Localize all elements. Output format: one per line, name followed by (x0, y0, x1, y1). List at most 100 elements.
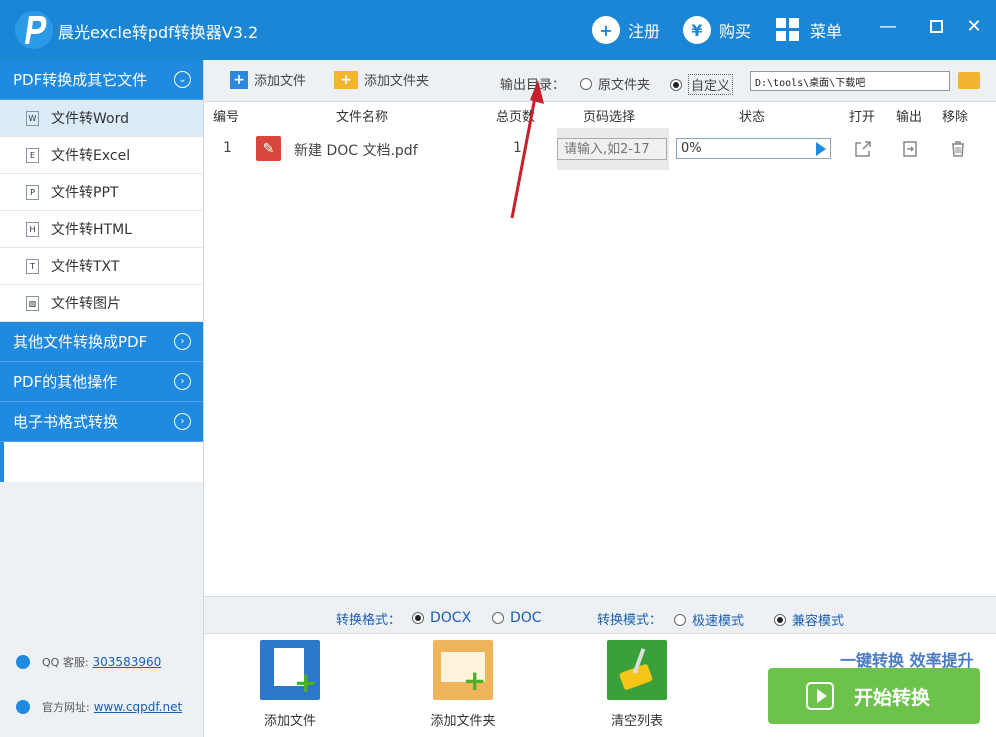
output-original-radio[interactable]: 原文件夹 (580, 74, 650, 93)
add-file-caption: 添加文件 (263, 714, 316, 729)
start-convert-button[interactable]: 开始转换 (768, 668, 980, 724)
sidebar-item-word[interactable]: W 文件转Word (0, 100, 203, 137)
qq-label: QQ 客服: (42, 656, 89, 669)
header-status: 状态 (739, 110, 766, 125)
close-button[interactable]: ✕ (958, 12, 990, 40)
add-file-button[interactable]: + 添加文件 (230, 70, 306, 89)
header-pages: 总页数 (496, 110, 536, 125)
chevron-down-icon: ⌄ (174, 71, 191, 88)
sidebar-section-ebook[interactable]: 电子书格式转换 › (0, 402, 203, 442)
yen-icon: ¥ (683, 16, 711, 44)
section-label: 电子书格式转换 (13, 413, 119, 431)
output-custom-label: 自定义 (688, 74, 734, 95)
buy-label: 购买 (719, 22, 752, 41)
radio-icon (580, 77, 592, 90)
register-button[interactable]: + 注册 (592, 14, 660, 46)
row-pages: 1 (513, 140, 522, 156)
status-text: 0% (681, 141, 702, 156)
add-file-icon: + (230, 70, 248, 89)
add-folder-label: 添加文件夹 (364, 74, 430, 89)
output-icon[interactable] (901, 140, 919, 158)
add-folder-big-button[interactable]: + 添加文件夹 (408, 640, 518, 729)
header-filename: 文件名称 (336, 110, 389, 125)
sidebar-item-html[interactable]: H 文件转HTML (0, 211, 203, 248)
table-header: 编号 文件名称 总页数 页码选择 状态 打开 输出 移除 (204, 102, 996, 126)
excel-file-icon: E (26, 147, 39, 163)
image-file-icon: ▨ (26, 295, 39, 311)
mode-fast-radio[interactable]: 极速模式 (674, 610, 744, 629)
chevron-right-icon: › (174, 373, 191, 390)
sidebar-section-pdf-to-other[interactable]: PDF转换成其它文件 ⌄ (0, 60, 203, 100)
sidebar-item-excel[interactable]: E 文件转Excel (0, 137, 203, 174)
maximize-button[interactable] (920, 12, 952, 40)
website-link[interactable]: www.cqpdf.net (94, 700, 182, 714)
grid-menu-icon (776, 18, 799, 41)
buy-button[interactable]: ¥ 购买 (683, 14, 751, 46)
mode-fast-label: 极速模式 (692, 614, 745, 629)
menu-button[interactable]: 菜单 (776, 14, 842, 46)
format-doc-radio[interactable]: DOC (492, 610, 542, 626)
section-label: PDF转换成其它文件 (13, 71, 148, 89)
website-info: 官方网址: www.cqpdf.net (16, 699, 182, 715)
qq-link[interactable]: 303583960 (93, 655, 162, 669)
sidebar-section-other-to-pdf[interactable]: 其他文件转换成PDF › (0, 322, 203, 362)
conversion-options-bar: 转换格式： DOCX DOC 转换模式： 极速模式 兼容模式 (204, 596, 996, 634)
word-file-icon: W (26, 110, 39, 126)
app-logo-icon (15, 11, 53, 49)
header-output: 输出 (896, 110, 923, 125)
sidebar: PDF转换成其它文件 ⌄ W 文件转Word E 文件转Excel P 文件转P… (0, 60, 204, 737)
minimize-icon: — (879, 15, 897, 37)
header-index: 编号 (213, 110, 240, 125)
chevron-right-icon: › (174, 333, 191, 350)
section-label: PDF的其他操作 (13, 373, 118, 391)
pdf-file-icon: ✎ (256, 136, 281, 161)
play-icon[interactable] (816, 142, 826, 156)
row-index: 1 (223, 140, 232, 156)
sidebar-item-image[interactable]: ▨ 文件转图片 (0, 285, 203, 322)
section-label: 其他文件转换成PDF (13, 333, 148, 351)
trash-icon[interactable] (949, 140, 967, 158)
table-row[interactable]: 1 ✎ 新建 DOC 文档.pdf 1 0% (204, 128, 996, 170)
sidebar-item-label: 文件转HTML (51, 222, 132, 238)
register-label: 注册 (628, 22, 661, 41)
open-external-icon[interactable] (854, 140, 872, 158)
sidebar-item-label: 文件转Excel (51, 148, 131, 164)
browse-folder-icon[interactable] (958, 72, 980, 89)
output-original-label: 原文件夹 (598, 78, 651, 93)
mode-compat-radio[interactable]: 兼容模式 (774, 610, 844, 629)
add-file-big-button[interactable]: + 添加文件 (235, 640, 345, 729)
header-page-select: 页码选择 (583, 110, 636, 125)
format-docx-label: DOCX (430, 610, 472, 626)
play-icon (806, 682, 834, 710)
sidebar-item-ppt[interactable]: P 文件转PPT (0, 174, 203, 211)
sidebar-item-label: 文件转Word (51, 111, 129, 127)
minimize-button[interactable]: — (872, 12, 904, 40)
broom-icon (607, 640, 667, 700)
sidebar-section-pdf-other-ops[interactable]: PDF的其他操作 › (0, 362, 203, 402)
row-filename: 新建 DOC 文档.pdf (294, 143, 418, 159)
ie-browser-icon (16, 700, 30, 714)
page-range-input[interactable] (557, 138, 667, 160)
radio-selected-icon (412, 612, 424, 624)
txt-file-icon: T (26, 258, 39, 274)
output-path-input[interactable] (750, 71, 950, 91)
format-docx-radio[interactable]: DOCX (412, 610, 471, 626)
qq-icon (16, 655, 30, 669)
radio-selected-icon (774, 613, 786, 626)
header-open: 打开 (849, 110, 876, 125)
menu-label: 菜单 (810, 22, 843, 41)
add-folder-button[interactable]: + 添加文件夹 (334, 70, 429, 89)
title-bar: 晨光excle转pdf转换器V3.2 + 注册 ¥ 购买 菜单 — ✕ (0, 0, 996, 60)
sidebar-item-txt[interactable]: T 文件转TXT (0, 248, 203, 285)
output-custom-radio[interactable]: 自定义 (670, 74, 734, 95)
clear-list-caption: 清空列表 (610, 714, 663, 729)
close-icon: ✕ (966, 15, 982, 37)
app-title: 晨光excle转pdf转换器V3.2 (58, 23, 259, 42)
sidebar-item-label: 文件转TXT (51, 259, 120, 275)
add-file-label: 添加文件 (254, 74, 307, 89)
clear-list-button[interactable]: 清空列表 (582, 640, 692, 729)
start-convert-label: 开始转换 (854, 686, 931, 709)
user-add-icon: + (592, 16, 620, 44)
status-progress: 0% (676, 138, 831, 159)
radio-icon (674, 613, 686, 626)
